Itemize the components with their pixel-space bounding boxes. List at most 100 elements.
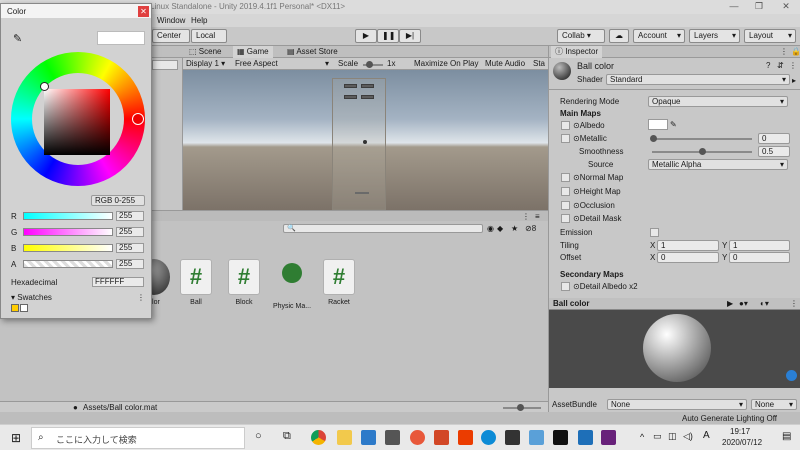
display-dropdown[interactable]: Display 1 ▾: [186, 59, 225, 68]
emission-checkbox[interactable]: [650, 228, 659, 237]
visibility-icon[interactable]: ⊘8: [525, 224, 536, 233]
visual-studio-icon[interactable]: [601, 430, 616, 445]
swatch-preset[interactable]: [11, 304, 19, 312]
cloud-button[interactable]: ☁: [609, 29, 629, 43]
channel-g-value[interactable]: 255: [116, 227, 144, 237]
edge-icon[interactable]: [481, 430, 496, 445]
clock-date[interactable]: 2020/07/12: [722, 438, 762, 447]
detail-albedo-slot[interactable]: [561, 282, 570, 291]
color-picker-close-button[interactable]: ✕: [138, 6, 149, 17]
channel-a-value[interactable]: 255: [116, 259, 144, 269]
office-icon[interactable]: [458, 430, 473, 445]
hue-wheel[interactable]: [11, 52, 145, 186]
channel-b-value[interactable]: 255: [116, 243, 144, 253]
clock-time[interactable]: 19:17: [730, 427, 750, 436]
channel-a-slider[interactable]: [23, 260, 113, 268]
tab-scene[interactable]: ⬚ Scene: [185, 46, 225, 58]
file-explorer-icon[interactable]: [337, 430, 352, 445]
preset-icon[interactable]: ⇵: [777, 61, 784, 70]
settings-icon[interactable]: ⋮: [789, 61, 797, 70]
tab-game[interactable]: ▦ Game: [233, 46, 273, 58]
powerpoint-icon[interactable]: [434, 430, 449, 445]
chrome-icon[interactable]: [311, 430, 326, 445]
tiling-y-field[interactable]: 1: [729, 240, 790, 251]
height-map-slot[interactable]: [561, 187, 570, 196]
material-preview[interactable]: [549, 298, 800, 388]
albedo-color-swatch[interactable]: [648, 119, 668, 130]
metallic-texture-slot[interactable]: [561, 134, 570, 143]
add-swatch-button[interactable]: [20, 304, 28, 312]
asset-physic-material[interactable]: Physic Ma...: [268, 259, 316, 310]
volume-icon[interactable]: ◁): [683, 431, 693, 442]
offset-x-field[interactable]: 0: [657, 252, 719, 263]
tab-inspector[interactable]: ⓘ Inspector: [551, 46, 603, 58]
asset-racket-script[interactable]: # Racket: [315, 259, 363, 306]
metallic-slider-knob[interactable]: [650, 135, 657, 142]
thumbnail-size-knob[interactable]: [517, 404, 524, 411]
normal-map-slot[interactable]: [561, 173, 570, 182]
assetbundle-dropdown[interactable]: None ▾: [607, 399, 747, 410]
swatches-toggle[interactable]: ▾ Swatches: [11, 293, 52, 302]
asset-block-script[interactable]: # Block: [220, 259, 268, 306]
saturation-value-square[interactable]: [44, 89, 110, 155]
panel-menu-icon[interactable]: ⋮: [790, 299, 798, 308]
close-button[interactable]: ✕: [779, 1, 793, 13]
pivot-center-button[interactable]: Center: [152, 29, 190, 43]
menu-help[interactable]: Help: [191, 16, 207, 25]
mail-icon[interactable]: [361, 430, 376, 445]
app-window-icon[interactable]: [578, 430, 593, 445]
channel-r-slider[interactable]: [23, 212, 113, 220]
collab-button[interactable]: Collab ▾: [557, 29, 605, 43]
maximize-button[interactable]: ❐: [752, 1, 766, 13]
play-button[interactable]: ▶: [355, 29, 377, 43]
start-windows-icon[interactable]: ⊞: [11, 431, 21, 445]
eyedropper-icon[interactable]: ✎: [670, 120, 677, 129]
preview-light-icon[interactable]: ◐▾: [760, 299, 769, 308]
app-blue-icon[interactable]: [529, 430, 544, 445]
ime-indicator[interactable]: A: [703, 430, 710, 441]
close-icon[interactable]: ≡: [535, 212, 540, 221]
unity-editor-icon[interactable]: [553, 430, 568, 445]
preview-shape-icon[interactable]: ●▾: [739, 299, 748, 308]
store-icon[interactable]: [385, 430, 400, 445]
layers-dropdown[interactable]: Layers ▾: [689, 29, 740, 43]
taskbar-search-box[interactable]: ⌕ ここに入力して検索: [31, 427, 245, 449]
help-icon[interactable]: ?: [766, 61, 770, 70]
layout-dropdown[interactable]: Layout ▾: [744, 29, 796, 43]
minimize-button[interactable]: —: [727, 1, 741, 13]
swatch-menu-icon[interactable]: ⋮: [137, 293, 145, 302]
hue-knob[interactable]: [132, 113, 144, 125]
project-search-input[interactable]: 🔍: [283, 224, 483, 233]
battery-icon[interactable]: ▭: [653, 431, 662, 442]
occlusion-slot[interactable]: [561, 201, 570, 210]
lock-icon[interactable]: 🔒: [791, 47, 800, 56]
edit-icon[interactable]: ▸: [792, 76, 796, 85]
albedo-texture-slot[interactable]: [561, 121, 570, 130]
menu-window[interactable]: Window: [157, 16, 185, 25]
scale-slider-knob[interactable]: [366, 61, 373, 68]
filter-label-icon[interactable]: ◆: [497, 224, 503, 233]
metallic-value[interactable]: 0: [758, 133, 790, 144]
detail-mask-slot[interactable]: [561, 214, 570, 223]
smoothness-slider-knob[interactable]: [699, 148, 706, 155]
hierarchy-search[interactable]: [152, 60, 178, 70]
maximize-on-play-toggle[interactable]: Maximize On Play: [414, 59, 478, 68]
hex-input[interactable]: FFFFFF: [92, 277, 144, 287]
game-viewport[interactable]: [183, 70, 548, 210]
play-icon[interactable]: ▶: [727, 299, 733, 308]
pivot-local-button[interactable]: Local: [191, 29, 227, 43]
task-view-icon[interactable]: ⧉: [283, 430, 291, 443]
tiling-x-field[interactable]: 1: [657, 240, 719, 251]
stats-toggle[interactable]: Sta: [533, 59, 545, 68]
rendering-mode-dropdown[interactable]: Opaque ▾: [648, 96, 788, 107]
panel-menu-icon[interactable]: ⋮: [522, 212, 530, 221]
channel-g-slider[interactable]: [23, 228, 113, 236]
system-tray-chevron-icon[interactable]: ^: [640, 432, 644, 442]
assetbundle-variant-dropdown[interactable]: None ▾: [751, 399, 797, 410]
mute-audio-toggle[interactable]: Mute Audio: [485, 59, 525, 68]
shader-dropdown[interactable]: Standard ▾: [606, 74, 790, 85]
cortana-icon[interactable]: ○: [255, 430, 262, 442]
filter-type-icon[interactable]: ◉: [487, 224, 494, 233]
account-dropdown[interactable]: Account ▾: [633, 29, 685, 43]
favorite-icon[interactable]: ★: [511, 224, 518, 233]
